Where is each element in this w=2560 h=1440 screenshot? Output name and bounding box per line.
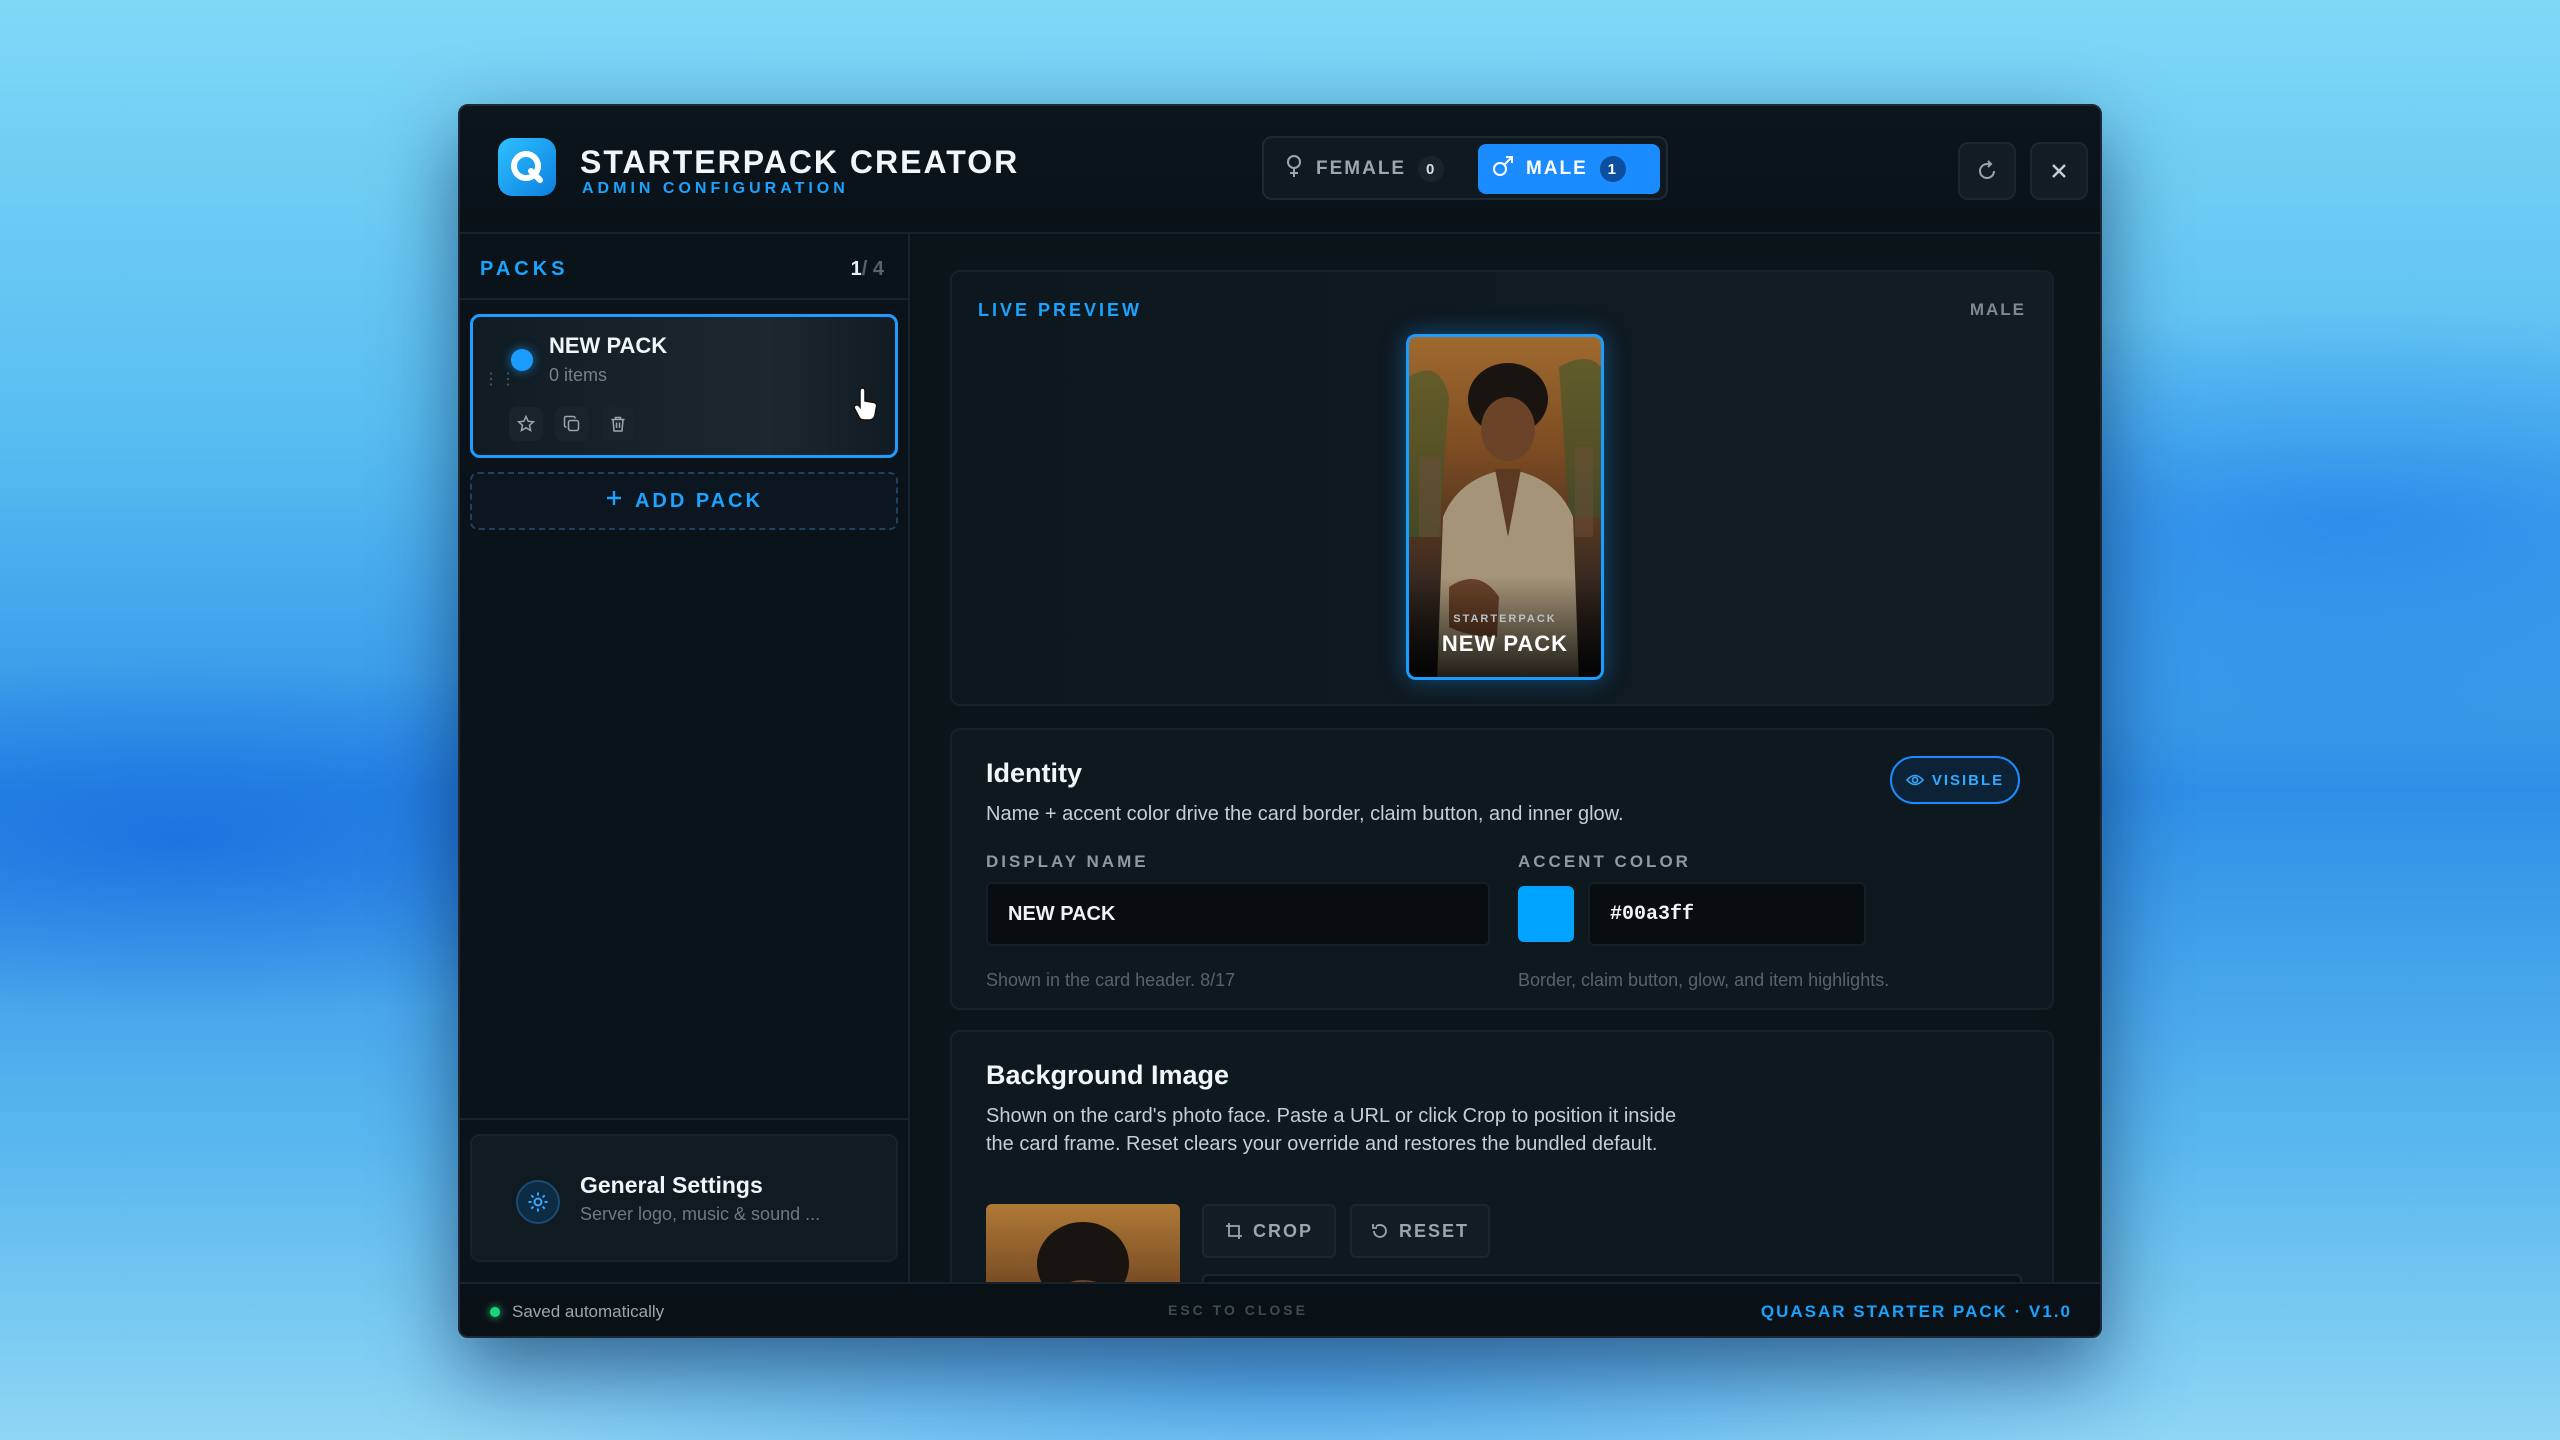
packs-total: / 4: [861, 258, 884, 280]
preview-gender-label: MALE: [1969, 300, 2026, 319]
crop-button[interactable]: CROP: [1202, 1204, 1336, 1258]
identity-title: Identity: [986, 758, 1083, 788]
saved-status-dot: [490, 1307, 500, 1317]
male-count-badge: 1: [1599, 156, 1626, 182]
display-name-input[interactable]: NEW PACK: [986, 882, 1490, 946]
version-label: QUASAR STARTER PACK · V1.0: [1760, 1302, 2072, 1321]
pack-accent-dot: [511, 349, 533, 371]
close-button[interactable]: [2030, 142, 2088, 200]
gear-icon: [516, 1180, 560, 1224]
display-name-hint: Shown in the card header. 8/17: [986, 970, 1236, 990]
esc-hint: ESC TO CLOSE: [1168, 1302, 1308, 1318]
refresh-button[interactable]: [1958, 142, 2016, 200]
female-tab-label: FEMALE: [1316, 158, 1407, 179]
plus-icon: [605, 489, 623, 513]
reset-button[interactable]: RESET: [1350, 1204, 1490, 1258]
accent-color-input[interactable]: #00a3ff: [1588, 882, 1866, 946]
general-settings-title: General Settings: [580, 1172, 763, 1198]
trash-icon: [611, 416, 625, 432]
add-pack-label: ADD PACK: [634, 489, 764, 512]
male-tab-label: MALE: [1526, 158, 1588, 179]
gender-toggle: FEMALE 0 MALE 1: [1262, 136, 1668, 200]
copy-icon: [563, 415, 580, 432]
live-preview-panel: LIVE PREVIEW MALE STARTERPACK NEW PACK: [950, 270, 2054, 706]
packs-current: 1: [850, 258, 862, 280]
identity-section: Identity Name + accent color drive the c…: [950, 728, 2054, 1010]
general-settings-subtitle: Server logo, music & sound ...: [580, 1204, 821, 1224]
reset-label: RESET: [1398, 1220, 1469, 1241]
live-preview-label: LIVE PREVIEW: [978, 300, 1143, 320]
pack-name: NEW PACK: [549, 333, 668, 358]
crop-icon: [1225, 1223, 1242, 1239]
saved-status-text: Saved automatically: [512, 1302, 665, 1321]
accent-color-swatch[interactable]: [1518, 886, 1574, 942]
packs-sidebar: PACKS 1/ 4 ⋮⋮ NEW PACK 0 items ADD PACK …: [460, 234, 910, 1284]
delete-button[interactable]: [601, 407, 635, 441]
display-name-label: DISPLAY NAME: [986, 852, 1149, 871]
close-icon: [2052, 164, 2066, 178]
identity-description: Name + accent color drive the card borde…: [986, 803, 1624, 825]
editor-panel: LIVE PREVIEW MALE STARTERPACK NEW PACK I…: [912, 234, 2100, 1330]
visibility-label: VISIBLE: [1931, 771, 2005, 789]
star-icon: [517, 415, 535, 433]
crop-label: CROP: [1252, 1220, 1313, 1241]
packs-heading: PACKS: [480, 258, 569, 280]
drag-handle-icon[interactable]: ⋮⋮: [483, 372, 517, 388]
divider: [460, 298, 908, 300]
female-count-badge: 0: [1418, 156, 1445, 182]
window-header: STARTERPACK CREATOR ADMIN CONFIGURATION …: [460, 106, 2100, 234]
app-subtitle: ADMIN CONFIGURATION: [582, 180, 849, 197]
starterpack-creator-window: STARTERPACK CREATOR ADMIN CONFIGURATION …: [458, 104, 2102, 1338]
accent-color-label: ACCENT COLOR: [1518, 852, 1691, 871]
add-pack-button[interactable]: ADD PACK: [470, 472, 898, 530]
refresh-icon: [1979, 160, 1995, 179]
female-icon: [1284, 154, 1304, 184]
packs-counter: 1/ 4: [851, 258, 884, 281]
card-photo: [1409, 359, 1601, 677]
general-settings-button[interactable]: General Settings Server logo, music & so…: [470, 1134, 898, 1262]
divider: [460, 1118, 908, 1120]
pack-item-count: 0 items: [549, 365, 608, 385]
visibility-toggle[interactable]: VISIBLE: [1890, 756, 2020, 804]
favorite-button[interactable]: [509, 407, 543, 441]
status-bar: Saved automatically ESC TO CLOSE QUASAR …: [460, 1282, 2100, 1336]
background-image-title: Background Image: [986, 1060, 1230, 1090]
male-icon: [1492, 155, 1514, 183]
app-logo-icon: [498, 138, 556, 196]
pack-item[interactable]: ⋮⋮ NEW PACK 0 items: [470, 314, 898, 458]
card-kicker: STARTERPACK: [1453, 613, 1557, 625]
male-tab[interactable]: MALE 1: [1478, 144, 1660, 194]
female-tab[interactable]: FEMALE 0: [1270, 144, 1466, 194]
accent-color-hint: Border, claim button, glow, and item hig…: [1518, 970, 1890, 990]
reset-icon: [1372, 1224, 1387, 1238]
pointer-cursor-icon: [851, 387, 881, 428]
pack-actions: [509, 407, 635, 441]
eye-icon: [1905, 774, 1924, 786]
starterpack-preview-card: STARTERPACK NEW PACK: [1406, 334, 1604, 680]
background-image-description: Shown on the card's photo face. Paste a …: [986, 1105, 1677, 1155]
card-title: NEW PACK: [1441, 631, 1569, 656]
app-title: STARTERPACK CREATOR: [580, 144, 1020, 180]
duplicate-button[interactable]: [555, 407, 589, 441]
